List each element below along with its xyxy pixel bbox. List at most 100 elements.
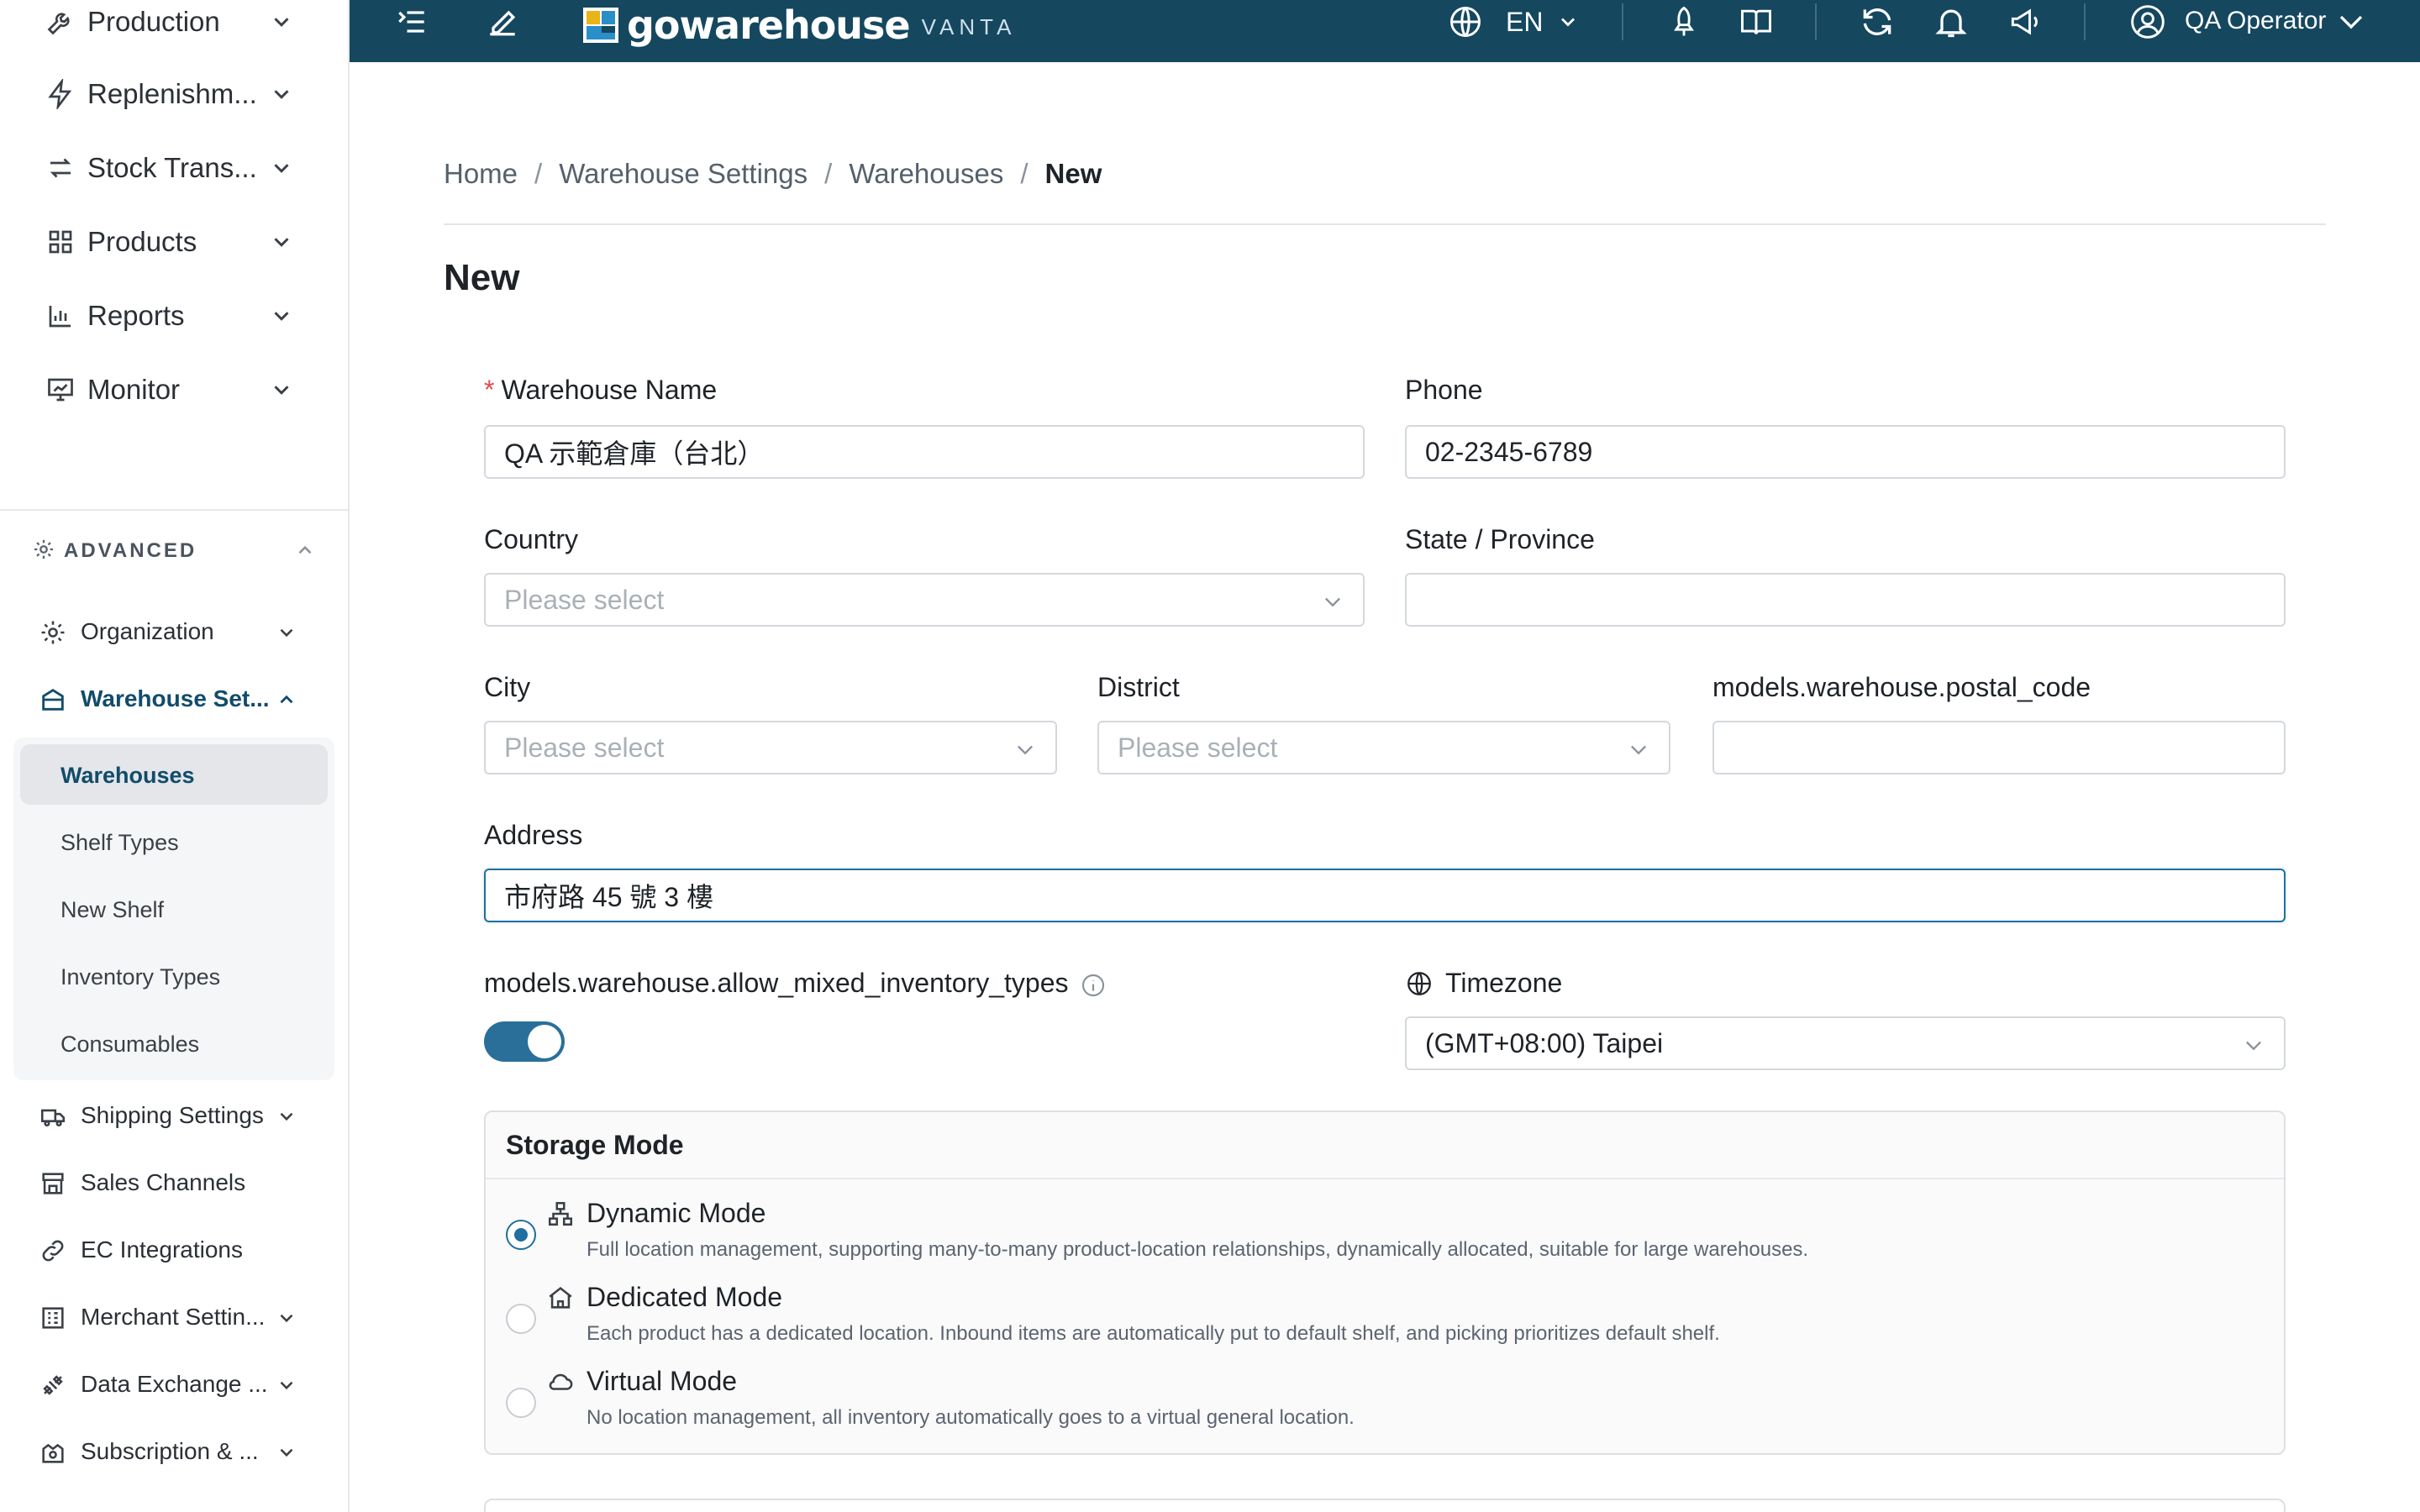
sidebar-item-sales-channels[interactable]: Sales Channels xyxy=(0,1152,348,1216)
sidebar-item-monitor[interactable]: Monitor xyxy=(0,356,348,423)
radio-dedicated[interactable] xyxy=(506,1304,536,1334)
sidebar-item-label: Warehouse Set... xyxy=(81,685,270,711)
submenu-item-inventory-types[interactable]: Inventory Types xyxy=(20,946,328,1006)
rocket-icon[interactable] xyxy=(1665,3,1702,40)
edit-icon[interactable] xyxy=(484,3,521,40)
submenu-item-warehouses[interactable]: Warehouses xyxy=(20,744,328,805)
sidebar-item-label: Organization xyxy=(81,618,214,644)
radio-virtual[interactable] xyxy=(506,1388,536,1418)
chevron-down-icon xyxy=(1325,597,1340,607)
phone-value: 02-2345-6789 xyxy=(1425,436,1593,467)
user-name[interactable]: QA Operator xyxy=(2185,7,2326,35)
address-input[interactable]: 市府路 45 號 3 樓 xyxy=(484,869,2286,922)
hierarchy-icon xyxy=(548,1201,573,1226)
radio-dynamic[interactable] xyxy=(506,1220,536,1250)
warehouse-name-value: QA 示範倉庫（台北） xyxy=(504,438,765,469)
breadcrumb-current: New xyxy=(1044,158,1102,189)
sidebar-item-label: Data Exchange ... xyxy=(81,1371,268,1397)
submenu-item-shelf-types[interactable]: Shelf Types xyxy=(20,811,328,872)
book-icon[interactable] xyxy=(1738,3,1775,40)
page-title: New xyxy=(444,257,520,298)
globe-icon[interactable] xyxy=(1447,3,1484,40)
sidebar-item-production[interactable]: Production xyxy=(0,0,348,55)
chevron-down-icon xyxy=(274,18,289,27)
sidebar-item-organization[interactable]: Organization xyxy=(0,601,348,665)
storage-mode-title: Storage Mode xyxy=(486,1112,2284,1179)
breadcrumb-warehouse-settings[interactable]: Warehouse Settings xyxy=(559,158,808,190)
info-icon[interactable] xyxy=(1080,972,1107,999)
sidebar-item-replenishment[interactable]: Replenishm... xyxy=(0,60,348,128)
megaphone-icon[interactable] xyxy=(2007,3,2044,40)
chevron-up-icon xyxy=(280,695,293,704)
sidebar-item-products[interactable]: Products xyxy=(0,208,348,276)
sidebar-item-label: Products xyxy=(87,226,197,257)
sidebar-item-ec-integrations[interactable]: EC Integrations xyxy=(0,1220,348,1284)
storage-option-dynamic[interactable]: Dynamic Mode Full location management, s… xyxy=(486,1188,2284,1272)
phone-input[interactable]: 02-2345-6789 xyxy=(1405,425,2286,479)
warehouse-settings-submenu: Warehouses Shelf Types New Shelf Invento… xyxy=(13,738,334,1080)
sidebar-item-label: Sales Channels xyxy=(81,1169,246,1195)
bell-icon[interactable] xyxy=(1933,3,1970,40)
country-label: Country xyxy=(484,524,579,554)
collapse-menu-icon[interactable] xyxy=(393,3,430,40)
phone-label: Phone xyxy=(1405,375,1483,405)
logo[interactable]: gowarehouse VANTA xyxy=(583,0,1016,50)
breadcrumb-warehouses[interactable]: Warehouses xyxy=(849,158,1003,190)
sidebar-item-label: EC Integrations xyxy=(81,1236,243,1263)
country-select[interactable]: Please select xyxy=(484,573,1365,627)
breadcrumb-separator: / xyxy=(824,158,833,189)
advanced-section-header[interactable]: ADVANCED xyxy=(0,521,348,580)
sidebar-item-reports[interactable]: Reports xyxy=(0,282,348,349)
timezone-value: (GMT+08:00) Taipei xyxy=(1425,1027,1664,1058)
warehouse-name-input[interactable]: QA 示範倉庫（台北） xyxy=(484,425,1365,479)
submenu-item-label: Shelf Types xyxy=(60,830,179,855)
avatar-icon[interactable] xyxy=(2129,3,2166,40)
sidebar-item-data-exchange[interactable]: Data Exchange ... xyxy=(0,1354,348,1418)
subscription-icon xyxy=(42,1443,64,1463)
storage-option-title: Dynamic Mode xyxy=(587,1198,766,1228)
city-select[interactable]: Please select xyxy=(484,721,1057,774)
sidebar-item-warehouse-settings[interactable]: Warehouse Set... xyxy=(0,669,348,732)
postal-code-input[interactable] xyxy=(1712,721,2286,774)
storage-option-virtual[interactable]: Virtual Mode No location management, all… xyxy=(486,1356,2284,1440)
chevron-down-icon xyxy=(274,312,289,321)
sidebar-item-subscription[interactable]: Subscription & ... xyxy=(0,1421,348,1485)
next-section-card xyxy=(484,1499,2286,1512)
timezone-select[interactable]: (GMT+08:00) Taipei xyxy=(1405,1016,2286,1070)
warehouse-name-label: * Warehouse Name xyxy=(484,375,717,406)
country-placeholder: Please select xyxy=(504,584,665,615)
main-content: Home / Warehouse Settings / Warehouses / New N… xyxy=(350,62,2420,1512)
state-label: State / Province xyxy=(1405,524,1595,554)
timezone-label: Timezone xyxy=(1405,968,1562,999)
submenu-item-new-shelf[interactable]: New Shelf xyxy=(20,879,328,939)
storage-option-desc: Full location management, supporting man… xyxy=(587,1238,1809,1261)
storage-option-title: Dedicated Mode xyxy=(587,1282,783,1312)
submenu-item-label: Inventory Types xyxy=(60,964,221,990)
chevron-down-icon[interactable] xyxy=(1556,10,1580,34)
merchant-icon xyxy=(42,1307,64,1329)
state-input[interactable] xyxy=(1405,573,2286,627)
submenu-item-label: New Shelf xyxy=(60,897,165,922)
district-select[interactable]: Please select xyxy=(1097,721,1670,774)
required-mark: * xyxy=(484,375,495,405)
submenu-item-label: Warehouses xyxy=(60,763,195,788)
district-placeholder: Please select xyxy=(1118,732,1278,763)
allow-mixed-toggle[interactable] xyxy=(484,1021,565,1062)
chevron-down-icon xyxy=(274,386,289,395)
storage-option-dedicated[interactable]: Dedicated Mode Each product has a dedica… xyxy=(486,1272,2284,1356)
chevron-down-icon[interactable] xyxy=(2336,7,2366,37)
sidebar-item-merchant-settings[interactable]: Merchant Settin... xyxy=(0,1287,348,1351)
logo-subtitle: VANTA xyxy=(921,13,1017,39)
language-selector[interactable]: EN xyxy=(1506,7,1543,38)
logo-mark-icon xyxy=(583,8,618,43)
breadcrumb-home[interactable]: Home xyxy=(444,158,518,190)
submenu-item-consumables[interactable]: Consumables xyxy=(20,1013,328,1074)
link-icon xyxy=(42,1240,64,1262)
storage-option-title: Virtual Mode xyxy=(587,1366,738,1396)
chevron-down-icon xyxy=(280,1448,293,1457)
header-divider xyxy=(1815,3,1817,40)
sidebar-item-stock-transfer[interactable]: Stock Trans... xyxy=(0,134,348,202)
refresh-icon[interactable] xyxy=(1859,3,1896,40)
storage-option-desc: No location management, all inventory au… xyxy=(587,1406,1355,1429)
sidebar-item-shipping-settings[interactable]: Shipping Settings xyxy=(0,1085,348,1149)
